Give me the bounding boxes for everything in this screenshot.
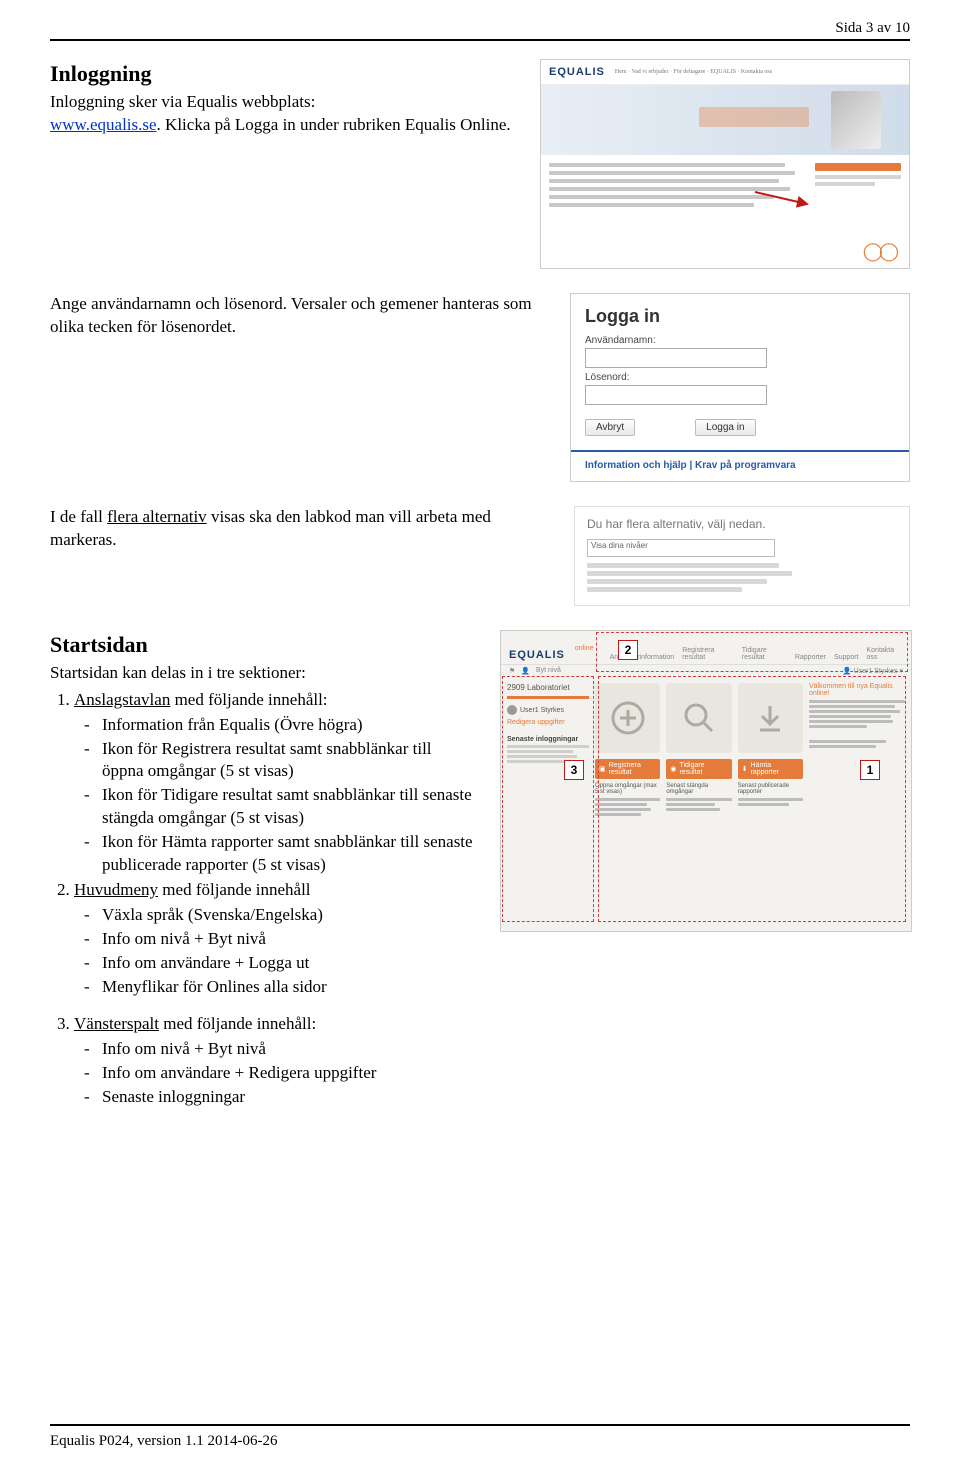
- list-item: Ikon för Hämta rapporter samt snabblänka…: [102, 831, 476, 877]
- equalis-url-link[interactable]: www.equalis.se: [50, 115, 157, 134]
- text-underline: flera alternativ: [107, 507, 207, 526]
- alt-dialog-title: Du har flera alternativ, välj nedan.: [587, 517, 897, 531]
- brand-logo: EQUALIS: [549, 66, 605, 78]
- list-item: Info om nivå + Byt nivå: [102, 928, 476, 951]
- brand-sub: online: [575, 645, 594, 652]
- login-form-screenshot: Logga in Användarnamn: Lösenord: Avbryt …: [570, 293, 910, 482]
- alternatives-screenshot: Du har flera alternativ, välj nedan. Vis…: [574, 506, 910, 606]
- list-item-2: Huvudmeny med följande innehåll Växla sp…: [74, 879, 476, 999]
- homepage-screenshot: EQUALIS Hem · Vad vi erbjuder · För delt…: [540, 59, 910, 269]
- cancel-button[interactable]: Avbryt: [585, 419, 635, 436]
- list-item: Ikon för Registrera resultat samt snabbl…: [102, 738, 476, 784]
- text: med följande innehåll: [158, 880, 310, 899]
- username-input[interactable]: [585, 348, 767, 368]
- login-credentials-text: Ange användarnamn och lösenord. Versaler…: [50, 293, 546, 339]
- arrow-annotation: [753, 188, 813, 208]
- list-item: Info om användare + Redigera uppgifter: [102, 1062, 476, 1085]
- list-item: Ikon för Tidigare resultat samt snabblän…: [102, 784, 476, 830]
- list-item: Information från Equalis (Övre högra): [102, 714, 476, 737]
- login-dialog-title: Logga in: [585, 306, 895, 327]
- callout-box-2: [596, 632, 908, 672]
- list-item-1: Anslagstavlan med följande innehåll: Inf…: [74, 689, 476, 878]
- callout-label-1: 1: [860, 760, 880, 780]
- username-label: Användarnamn:: [585, 335, 895, 346]
- startpage-screenshot: EQUALIS online Användarinformation Regis…: [500, 630, 910, 930]
- start-intro: Startsidan kan delas in i tre sektioner:: [50, 662, 476, 685]
- login-footer-links[interactable]: Information och hjälp | Krav på programv…: [585, 460, 895, 471]
- list-item: Info om användare + Logga ut: [102, 952, 476, 975]
- text: med följande innehåll:: [170, 690, 327, 709]
- text-underline: Huvudmeny: [74, 880, 158, 899]
- text-underline: Vänsterspalt: [74, 1014, 159, 1033]
- text: I de fall: [50, 507, 107, 526]
- password-input[interactable]: [585, 385, 767, 405]
- nav-placeholder: Hem · Vad vi erbjuder · För deltagare · …: [615, 69, 772, 75]
- callout-box-1: [598, 676, 906, 922]
- login-intro: Inloggning sker via Equalis webbplats: w…: [50, 91, 516, 137]
- list-item: Menyflikar för Onlines alla sidor: [102, 976, 476, 999]
- change-level-pill[interactable]: Byt nivå: [536, 667, 561, 675]
- list-item: Senaste inloggningar: [102, 1086, 476, 1109]
- callout-label-3: 3: [564, 760, 584, 780]
- list-item: Växla språk (Svenska/Engelska): [102, 904, 476, 927]
- text: Inloggning sker via Equalis webbplats:: [50, 92, 315, 111]
- text: . Klicka på Logga in under rubriken Equa…: [157, 115, 511, 134]
- password-label: Lösenord:: [585, 372, 895, 383]
- section-title-startpage: Startsidan: [50, 630, 476, 660]
- text: med följande innehåll:: [159, 1014, 316, 1033]
- list-item-3: Vänsterspalt med följande innehåll: Info…: [74, 1013, 476, 1109]
- callout-box-3: [502, 676, 594, 922]
- level-select[interactable]: Visa dina nivåer: [587, 539, 775, 557]
- callout-label-2: 2: [618, 640, 638, 660]
- login-button[interactable]: Logga in: [695, 419, 755, 436]
- brand-logo: EQUALIS: [509, 649, 565, 661]
- section-title-login: Inloggning: [50, 59, 516, 89]
- list-item: Info om nivå + Byt nivå: [102, 1038, 476, 1061]
- page-header: Sida 3 av 10: [50, 20, 910, 41]
- text-underline: Anslagstavlan: [74, 690, 170, 709]
- page-footer: Equalis P024, version 1.1 2014-06-26: [50, 1433, 277, 1450]
- alternatives-text: I de fall flera alternativ visas ska den…: [50, 506, 550, 552]
